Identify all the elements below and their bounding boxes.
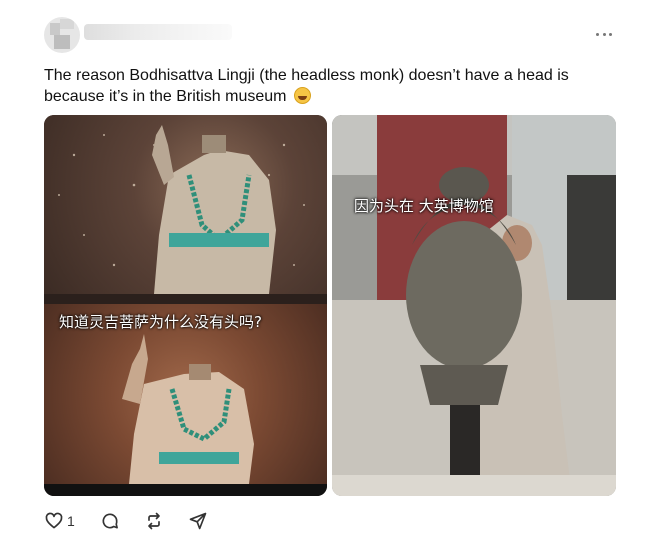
post-image-right[interactable]: 因为头在 大英博物馆 — [332, 115, 616, 496]
like-count: 1 — [67, 513, 75, 529]
share-button[interactable] — [188, 510, 208, 532]
more-options-icon[interactable] — [596, 30, 612, 38]
post-image-left[interactable]: 知道灵吉菩萨为什么没有头吗? — [44, 115, 327, 496]
image-caption-left: 知道灵吉菩萨为什么没有头吗? — [59, 313, 262, 331]
username-blurred[interactable] — [84, 24, 232, 40]
laughing-emoji-icon — [293, 87, 311, 104]
heart-icon — [45, 512, 63, 529]
headless-statue-photo-top — [44, 115, 327, 294]
like-button[interactable]: 1 — [44, 510, 75, 532]
comment-button[interactable] — [100, 510, 120, 532]
post-text: The reason Bodhisattva Lingji (the headl… — [44, 65, 604, 107]
repost-button[interactable] — [144, 510, 164, 532]
avatar[interactable] — [44, 17, 80, 53]
post-card: The reason Bodhisattva Lingji (the headl… — [0, 0, 645, 543]
repost-icon — [148, 512, 160, 530]
comment-icon — [102, 513, 118, 529]
museum-head-photo — [332, 115, 616, 496]
share-icon — [189, 512, 207, 530]
image-caption-right: 因为头在 大英博物馆 — [354, 197, 494, 215]
